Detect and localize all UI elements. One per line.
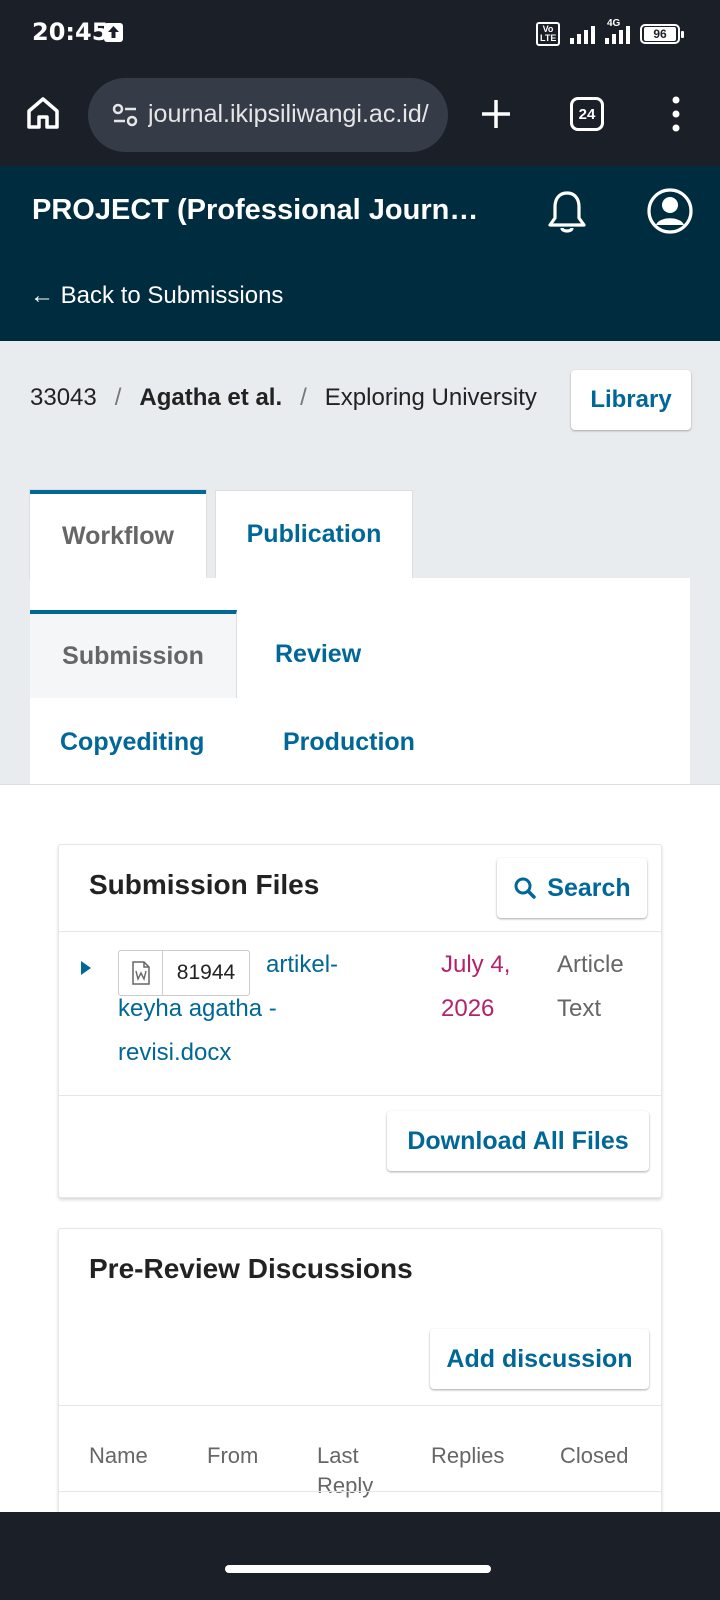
plus-icon[interactable] (478, 96, 514, 132)
back-to-submissions-link[interactable]: ← Back to Submissions (30, 282, 283, 310)
upload-icon (104, 23, 123, 42)
word-document-icon (119, 951, 163, 995)
journal-header: PROJECT (Professional Journal of English… (0, 166, 720, 341)
signal-icon (570, 24, 595, 44)
column-header-closed: Closed (560, 1443, 629, 1468)
submission-files-title: Submission Files (89, 869, 320, 900)
status-indicators: Vo LTE 4G 96 (536, 18, 684, 48)
url-text[interactable]: journal.ikipsiliwangi.ac.id/ (148, 100, 438, 129)
tab-production[interactable]: Production (283, 728, 415, 757)
tab-workflow[interactable]: Workflow (30, 490, 206, 578)
search-label: Search (547, 873, 631, 902)
submission-id: 33043 (30, 384, 97, 411)
status-bar: 20:45 Vo LTE 4G 96 (0, 0, 720, 68)
signal-4g-icon: 4G (605, 18, 630, 44)
column-header-name: Name (89, 1443, 148, 1468)
breadcrumb-title: Exploring University (324, 384, 537, 411)
breadcrumb: 33043 / Agatha et al. / Exploring University (30, 384, 545, 412)
pre-review-discussions-panel: Pre-Review Discussions Add discussion Na… (58, 1228, 662, 1528)
bell-icon[interactable] (545, 188, 589, 236)
divider (59, 1405, 661, 1406)
tabs-icon[interactable]: 24 (570, 97, 604, 131)
file-type: Article Text (557, 951, 624, 1022)
divider (59, 1491, 661, 1492)
navigation-bar (0, 1512, 720, 1600)
journal-title[interactable]: PROJECT (Professional Journal of English… (32, 194, 487, 227)
file-date: July 4, 2026 (441, 951, 511, 1022)
pre-review-title: Pre-Review Discussions (89, 1253, 413, 1284)
tab-publication[interactable]: Publication (215, 490, 413, 578)
home-icon[interactable] (24, 94, 62, 132)
column-header-replies: Replies (431, 1443, 505, 1468)
library-button[interactable]: Library (571, 370, 691, 430)
browser-toolbar: journal.ikipsiliwangi.ac.id/ 24 (0, 68, 720, 166)
column-header-last-reply: Last Reply (317, 1443, 374, 1498)
gesture-handle[interactable] (225, 1565, 491, 1573)
search-icon (514, 877, 537, 899)
submission-files-panel: Submission Files Search artikel-keyha ag… (58, 844, 662, 1198)
battery-level: 96 (644, 27, 676, 41)
tab-review[interactable]: Review (275, 640, 361, 669)
volte-icon: Vo LTE (536, 22, 560, 46)
workflow-panel: Submission Review Copyediting Production (30, 578, 690, 784)
user-avatar-icon[interactable] (647, 188, 693, 234)
column-header-from: From (207, 1443, 259, 1468)
file-id-badge: 81944 (118, 950, 250, 996)
divider (59, 931, 661, 932)
more-vert-icon[interactable] (664, 94, 688, 134)
divider (59, 1095, 661, 1096)
file-id: 81944 (176, 961, 236, 984)
battery-icon: 96 (640, 24, 684, 44)
tab-submission[interactable]: Submission (30, 610, 237, 698)
site-settings-icon[interactable] (112, 102, 138, 128)
breadcrumb-separator: / (114, 384, 122, 411)
network-type: 4G (607, 18, 621, 29)
tab-copyediting[interactable]: Copyediting (60, 728, 204, 757)
status-time: 20:45 (32, 18, 109, 46)
expand-triangle-icon[interactable] (81, 961, 91, 975)
url-bar[interactable]: journal.ikipsiliwangi.ac.id/ (88, 78, 448, 152)
download-all-files-button[interactable]: Download All Files (387, 1111, 649, 1171)
breadcrumb-authors: Agatha et al. (139, 384, 283, 411)
search-button[interactable]: Search (497, 858, 647, 918)
add-discussion-button[interactable]: Add discussion (430, 1329, 649, 1389)
breadcrumb-separator: / (300, 384, 307, 411)
